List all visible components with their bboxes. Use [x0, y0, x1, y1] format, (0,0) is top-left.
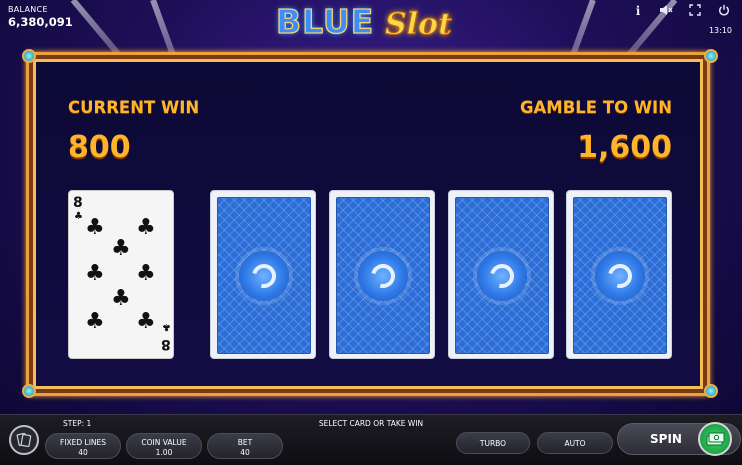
club-icon: ♣ — [111, 286, 131, 311]
dealer-card: 8 ♣ ♣ ♣ ♣ ♣ ♣ ♣ ♣ ♣ ♣ 8 — [68, 190, 174, 359]
club-icon: ♣ — [85, 309, 105, 334]
card-back-emblem-icon — [595, 250, 645, 301]
club-icon: ♣ — [136, 309, 156, 334]
face-down-card-4[interactable] — [566, 190, 672, 359]
card-rank-bottom: 8 — [161, 336, 171, 352]
turbo-label: TURBO — [479, 439, 507, 448]
game-logo: BLUE Slot — [268, 1, 474, 43]
bet-value: 40 — [240, 448, 250, 457]
club-icon: ♣ — [111, 236, 131, 261]
panel-corner-gem — [704, 49, 718, 63]
bet-label: BET — [237, 438, 253, 447]
turbo-button[interactable]: TURBO — [456, 432, 530, 454]
face-down-card-2[interactable] — [329, 190, 435, 359]
top-bar: BALANCE 6,380,091 BLUE Slot i 13:10 — [0, 0, 742, 44]
fixed-lines-label: FIXED LINES — [59, 438, 107, 447]
coin-value-selector[interactable]: COIN VALUE 1.00 — [126, 433, 202, 459]
clock: 13:10 — [708, 26, 732, 35]
coin-value-label: COIN VALUE — [141, 438, 187, 447]
club-icon: ♣ — [136, 215, 156, 240]
current-win-value: 800 — [68, 130, 131, 165]
bet-selector[interactable]: BET 40 — [207, 433, 283, 459]
balance-label: BALANCE — [8, 5, 48, 14]
gamble-cards-icon[interactable] — [9, 425, 39, 455]
mute-icon[interactable] — [658, 4, 674, 19]
logo-slot-text: Slot — [385, 7, 453, 43]
panel-corner-gem — [22, 384, 36, 398]
panel-corner-gem — [704, 384, 718, 398]
panel-corner-gem — [22, 49, 36, 63]
card-back-pattern — [573, 197, 667, 354]
current-win-label: CURRENT WIN — [68, 98, 200, 117]
card-rank-top: 8 — [73, 195, 83, 211]
card-back-pattern — [455, 197, 549, 354]
fixed-lines-display: FIXED LINES 40 — [45, 433, 121, 459]
info-icon[interactable]: i — [630, 4, 646, 18]
club-icon: ♣ — [85, 261, 105, 286]
club-icon: ♣ — [162, 321, 171, 332]
club-icon: ♣ — [136, 261, 156, 286]
balance-value: 6,380,091 — [8, 15, 73, 29]
card-back-emblem-icon — [358, 250, 408, 301]
card-back-emblem-icon — [477, 250, 527, 301]
card-back-pattern — [217, 197, 311, 354]
card-back-emblem-icon — [239, 250, 289, 301]
power-icon[interactable] — [716, 4, 732, 19]
club-icon: ♣ — [74, 211, 83, 222]
club-icon: ♣ — [85, 215, 105, 240]
spin-label: SPIN — [650, 432, 682, 446]
face-down-card-3[interactable] — [448, 190, 554, 359]
fullscreen-icon[interactable] — [687, 4, 703, 19]
gamble-to-win-label: GAMBLE TO WIN — [519, 98, 672, 117]
auto-button[interactable]: AUTO — [537, 432, 613, 454]
take-win-cash-icon[interactable] — [698, 422, 732, 456]
coin-value-value: 1.00 — [155, 448, 173, 457]
card-back-pattern — [336, 197, 430, 354]
auto-label: AUTO — [564, 439, 586, 448]
face-down-card-1[interactable] — [210, 190, 316, 359]
logo-blue-text: BLUE — [275, 1, 375, 41]
fixed-lines-value: 40 — [78, 448, 88, 457]
gamble-to-win-value: 1,600 — [577, 130, 672, 165]
